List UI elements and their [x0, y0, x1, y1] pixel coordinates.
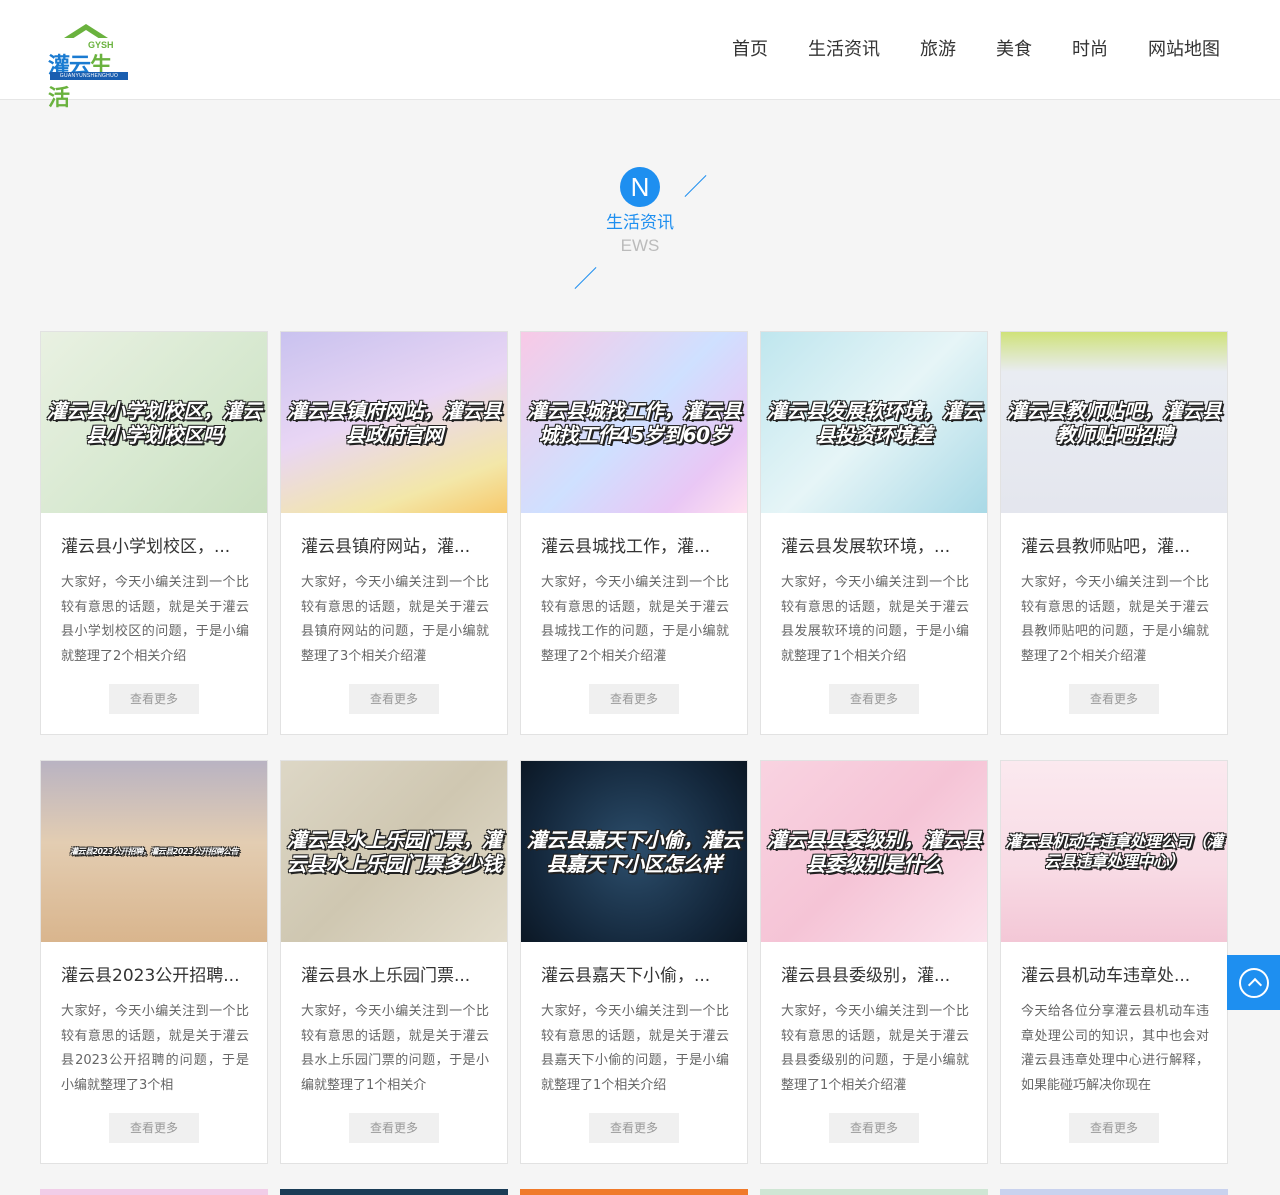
article-title[interactable]: 灌云县城找工作，灌... [541, 535, 731, 559]
article-excerpt: 今天给各位分享灌云县机动车违章处理公司的知识，其中也会对灌云县违章处理中心进行解… [1021, 1004, 1209, 1093]
article-card[interactable]: 灌云县发展软环境，灌云县投资环境差灌云县发展软环境，... 大家好，今天小编关注到… [760, 331, 988, 735]
read-more-button[interactable]: 查看更多 [109, 1113, 199, 1143]
thumbnail-caption: 灌云县2023公开招聘，灌云县2023公开招聘公告 [69, 846, 239, 856]
article-title[interactable]: 灌云县发展软环境，... [781, 535, 971, 559]
nav-item-3[interactable]: 美食 [996, 38, 1032, 62]
article-card-partial[interactable] [280, 1189, 508, 1195]
article-card[interactable]: 灌云县水上乐园门票，灌云县水上乐园门票多少钱灌云县水上乐园门票... 大家好，今天… [280, 760, 508, 1164]
article-card-partial[interactable] [40, 1189, 268, 1195]
read-more-button[interactable]: 查看更多 [109, 684, 199, 714]
thumbnail-caption: 灌云县水上乐园门票，灌云县水上乐园门票多少钱 [286, 827, 502, 876]
section-heading: N 生活资讯 EWS [0, 165, 1280, 295]
nav-item-5[interactable]: 网站地图 [1148, 38, 1220, 62]
article-excerpt: 大家好，今天小编关注到一个比较有意思的话题，就是关于灌云县镇府网站的问题，于是小… [301, 575, 489, 664]
nav-item-2[interactable]: 旅游 [920, 38, 956, 62]
read-more-button[interactable]: 查看更多 [829, 1113, 919, 1143]
article-excerpt: 大家好，今天小编关注到一个比较有意思的话题，就是关于灌云县水上乐园门票的问题，于… [301, 1004, 489, 1093]
decor-slash [574, 267, 597, 289]
article-grid: 灌云县小学划校区，灌云县小学划校区吗灌云县小学划校区，... 大家好，今天小编关注… [40, 331, 1230, 1164]
thumbnail-caption: 灌云县嘉天下小偷，灌云县嘉天下小区怎么样 [526, 827, 742, 876]
article-card-partial[interactable] [1000, 1189, 1228, 1195]
article-thumbnail[interactable]: 灌云县城找工作，灌云县城找工作45岁到60岁 [521, 332, 747, 513]
article-card[interactable]: 灌云县县委级别，灌云县县委级别是什么灌云县县委级别，灌... 大家好，今天小编关注… [760, 760, 988, 1164]
decor-slash [684, 175, 707, 197]
arrow-up-icon [1238, 967, 1269, 998]
nav-item-0[interactable]: 首页 [732, 38, 768, 62]
article-thumbnail[interactable]: 灌云县嘉天下小偷，灌云县嘉天下小区怎么样 [521, 761, 747, 942]
section-subtitle: EWS [620, 236, 660, 255]
article-thumbnail[interactable]: 灌云县镇府网站，灌云县县政府官网 [281, 332, 507, 513]
article-title[interactable]: 灌云县2023公开招聘... [61, 964, 251, 988]
logo-subtitle: GUANYUNSHENGHUO [50, 72, 128, 80]
site-logo[interactable]: GYSH 灌云生活 GUANYUNSHENGHUO [48, 24, 130, 111]
article-card-partial[interactable] [520, 1189, 748, 1195]
read-more-button[interactable]: 查看更多 [589, 1113, 679, 1143]
article-title[interactable]: 灌云县县委级别，灌... [781, 964, 971, 988]
section-badge: N [620, 167, 660, 207]
thumbnail-caption: 灌云县县委级别，灌云县县委级别是什么 [766, 827, 982, 876]
thumbnail-caption: 灌云县城找工作，灌云县城找工作45岁到60岁 [526, 398, 742, 447]
thumbnail-caption: 灌云县机动车违章处理公司（灌云县违章处理中心） [1005, 831, 1223, 871]
thumbnail-caption: 灌云县教师贴吧，灌云县教师贴吧招聘 [1006, 398, 1222, 447]
article-excerpt: 大家好，今天小编关注到一个比较有意思的话题，就是关于灌云县嘉天下小偷的问题，于是… [541, 1004, 729, 1093]
read-more-button[interactable]: 查看更多 [349, 684, 439, 714]
nav-item-1[interactable]: 生活资讯 [808, 38, 880, 62]
article-card[interactable]: 灌云县镇府网站，灌云县县政府官网灌云县镇府网站，灌... 大家好，今天小编关注到一… [280, 331, 508, 735]
article-card[interactable]: 灌云县嘉天下小偷，灌云县嘉天下小区怎么样灌云县嘉天下小偷，... 大家好，今天小编… [520, 760, 748, 1164]
thumbnail-caption: 灌云县发展软环境，灌云县投资环境差 [766, 398, 982, 447]
main-nav: 首页 生活资讯 旅游 美食 时尚 网站地图 [732, 38, 1220, 62]
article-excerpt: 大家好，今天小编关注到一个比较有意思的话题，就是关于灌云县县委级别的问题，于是小… [781, 1004, 969, 1093]
article-card[interactable]: 灌云县教师贴吧，灌云县教师贴吧招聘灌云县教师贴吧，灌... 大家好，今天小编关注到… [1000, 331, 1228, 735]
read-more-button[interactable]: 查看更多 [589, 684, 679, 714]
article-row-partial [40, 1189, 1230, 1195]
nav-item-4[interactable]: 时尚 [1072, 38, 1108, 62]
section-title: 生活资讯 [606, 213, 674, 233]
thumbnail-caption: 灌云县镇府网站，灌云县县政府官网 [286, 398, 502, 447]
read-more-button[interactable]: 查看更多 [829, 684, 919, 714]
article-thumbnail[interactable]: 灌云县水上乐园门票，灌云县水上乐园门票多少钱 [281, 761, 507, 942]
back-to-top-button[interactable] [1227, 955, 1280, 1010]
read-more-button[interactable]: 查看更多 [1069, 1113, 1159, 1143]
article-title[interactable]: 灌云县镇府网站，灌... [301, 535, 491, 559]
article-thumbnail[interactable]: 灌云县2023公开招聘，灌云县2023公开招聘公告 [41, 761, 267, 942]
article-thumbnail[interactable]: 灌云县小学划校区，灌云县小学划校区吗 [41, 332, 267, 513]
article-excerpt: 大家好，今天小编关注到一个比较有意思的话题，就是关于灌云县发展软环境的问题，于是… [781, 575, 969, 664]
article-thumbnail[interactable]: 灌云县机动车违章处理公司（灌云县违章处理中心） [1001, 761, 1227, 942]
site-header: GYSH 灌云生活 GUANYUNSHENGHUO 首页 生活资讯 旅游 美食 时尚 网站… [0, 0, 1280, 111]
article-title[interactable]: 灌云县嘉天下小偷，... [541, 964, 731, 988]
article-excerpt: 大家好，今天小编关注到一个比较有意思的话题，就是关于灌云县教师贴吧的问题，于是小… [1021, 575, 1209, 664]
article-card[interactable]: 灌云县机动车违章处理公司（灌云县违章处理中心） 灌云县机动车违章处... 今天给各位… [1000, 760, 1228, 1164]
article-title[interactable]: 灌云县小学划校区，... [61, 535, 251, 559]
article-card-partial[interactable] [760, 1189, 988, 1195]
thumbnail-caption: 灌云县小学划校区，灌云县小学划校区吗 [46, 398, 262, 447]
logo-brand: 灌云生活 [48, 54, 112, 111]
article-card[interactable]: 灌云县小学划校区，灌云县小学划校区吗灌云县小学划校区，... 大家好，今天小编关注… [40, 331, 268, 735]
article-thumbnail[interactable]: 灌云县教师贴吧，灌云县教师贴吧招聘 [1001, 332, 1227, 513]
article-excerpt: 大家好，今天小编关注到一个比较有意思的话题，就是关于灌云县小学划校区的问题，于是… [61, 575, 249, 664]
article-title[interactable]: 灌云县机动车违章处... [1021, 964, 1211, 988]
article-title[interactable]: 灌云县教师贴吧，灌... [1021, 535, 1211, 559]
article-card[interactable]: 灌云县2023公开招聘，灌云县2023公开招聘公告灌云县2023公开招聘... 大… [40, 760, 268, 1164]
article-excerpt: 大家好，今天小编关注到一个比较有意思的话题，就是关于灌云县城找工作的问题，于是小… [541, 575, 729, 664]
article-title[interactable]: 灌云县水上乐园门票... [301, 964, 491, 988]
article-thumbnail[interactable]: 灌云县发展软环境，灌云县投资环境差 [761, 332, 987, 513]
article-excerpt: 大家好，今天小编关注到一个比较有意思的话题，就是关于灌云县2023公开招聘的问题… [61, 1004, 249, 1093]
read-more-button[interactable]: 查看更多 [1069, 684, 1159, 714]
article-card[interactable]: 灌云县城找工作，灌云县城找工作45岁到60岁灌云县城找工作，灌... 大家好，今天… [520, 331, 748, 735]
read-more-button[interactable]: 查看更多 [349, 1113, 439, 1143]
article-thumbnail[interactable]: 灌云县县委级别，灌云县县委级别是什么 [761, 761, 987, 942]
